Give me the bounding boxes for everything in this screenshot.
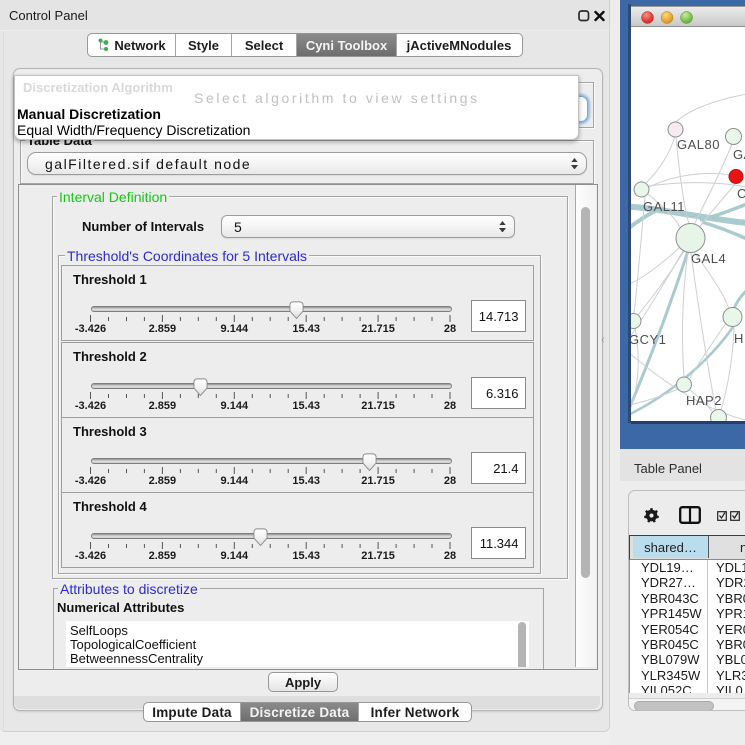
svg-text:GAL4: GAL4 (691, 251, 726, 266)
svg-text:GCY1: GCY1 (631, 332, 666, 347)
svg-text:C: C (737, 186, 745, 201)
svg-text:HAP2: HAP2 (686, 393, 722, 408)
svg-text:GA: GA (733, 147, 745, 162)
svg-text:H: H (734, 331, 744, 346)
svg-text:GAL11: GAL11 (643, 199, 685, 214)
svg-text:GAL80: GAL80 (677, 137, 720, 152)
